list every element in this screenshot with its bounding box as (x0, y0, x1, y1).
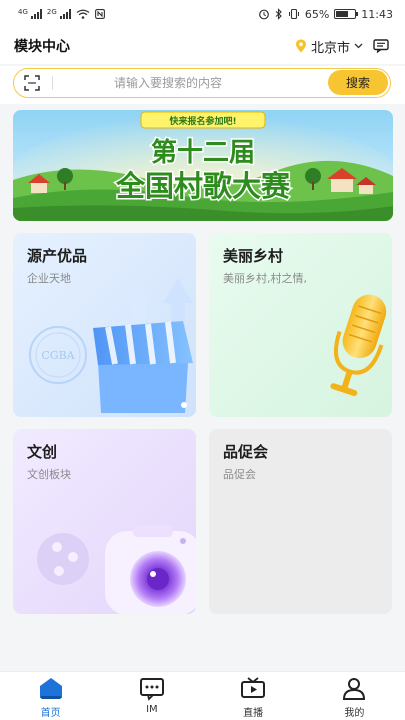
search-divider (52, 76, 53, 90)
tab-im[interactable]: IM (101, 672, 202, 720)
network-type-left: 4G (18, 8, 28, 16)
cgba-watermark: CGBA (41, 349, 75, 362)
alarm-icon (258, 9, 269, 20)
signal-icon-2 (59, 9, 71, 19)
status-right: 65% 11:43 (258, 8, 393, 21)
app-header: 模块中心 北京市 (0, 28, 405, 64)
shop-icon (93, 321, 193, 413)
chevron-down-icon (354, 43, 363, 49)
banner-graphic: 快来报名参加吧! 第十二届 全国村歌大赛 (13, 110, 393, 221)
search-bar-area: 搜索 (0, 66, 405, 104)
banner-line-1: 第十二届 (151, 137, 255, 168)
card-title: 文创 (27, 443, 58, 461)
search-bar: 搜索 (13, 68, 391, 98)
tab-home[interactable]: 首页 (0, 672, 101, 720)
card-title: 品促会 (223, 443, 269, 461)
city-name: 北京市 (310, 40, 350, 56)
home-icon (39, 678, 62, 699)
card-pincuhui[interactable]: 品促会 品促会 (209, 429, 392, 614)
nfc-icon (94, 9, 105, 19)
tv-icon (241, 677, 266, 698)
battery-fill (336, 11, 348, 17)
battery-percent: 65% (304, 7, 330, 21)
search-button[interactable]: 搜索 (328, 70, 388, 95)
tab-label: 我的 (344, 708, 365, 719)
status-bar: 4G 2G 65% 11:43 (0, 0, 405, 28)
search-input[interactable] (58, 73, 278, 93)
card-yuanchan-youpin[interactable]: CGBA 源产优品 企业天地 (13, 233, 196, 417)
tab-label: IM (146, 704, 158, 715)
banner-tag: 快来报名参加吧! (169, 115, 236, 127)
city-selector[interactable]: 北京市 (295, 37, 363, 56)
signal-icon (30, 9, 42, 19)
header-actions: 北京市 (295, 37, 389, 56)
card-subtitle: 企业天地 (27, 272, 71, 285)
location-pin-icon (295, 39, 306, 53)
wifi-icon (76, 9, 90, 19)
network-type-right: 2G (46, 8, 57, 16)
message-icon[interactable] (373, 39, 389, 53)
card-wenchuang[interactable]: 文创 文创板块 (13, 429, 196, 614)
vibrate-icon (288, 8, 299, 20)
chat-icon (139, 678, 164, 701)
bluetooth-icon (275, 8, 282, 20)
page-title: 模块中心 (14, 39, 70, 55)
card-meili-xiangcun[interactable]: 美丽乡村 美丽乡村,村之情, (209, 233, 392, 417)
promo-banner[interactable]: 快来报名参加吧! 第十二届 全国村歌大赛 (13, 110, 393, 221)
battery-icon (334, 9, 359, 19)
card-subtitle: 文创板块 (27, 468, 71, 481)
tab-mine[interactable]: 我的 (304, 672, 405, 720)
card-title: 美丽乡村 (223, 247, 284, 265)
scan-icon[interactable] (24, 75, 40, 91)
clock: 11:43 (361, 7, 393, 21)
status-left: 4G 2G (18, 9, 105, 19)
banner-line-2: 全国村歌大赛 (115, 169, 291, 203)
profile-icon (343, 678, 366, 700)
card-subtitle: 品促会 (223, 468, 256, 481)
card-title: 源产优品 (27, 247, 88, 265)
bottom-tab-bar: 首页 IM 直播 我的 (0, 671, 405, 720)
tab-label: 直播 (243, 708, 264, 719)
camera-icon (105, 525, 196, 614)
card-subtitle: 美丽乡村,村之情, (223, 272, 307, 285)
tab-label: 首页 (40, 708, 61, 719)
tab-live[interactable]: 直播 (203, 672, 304, 720)
